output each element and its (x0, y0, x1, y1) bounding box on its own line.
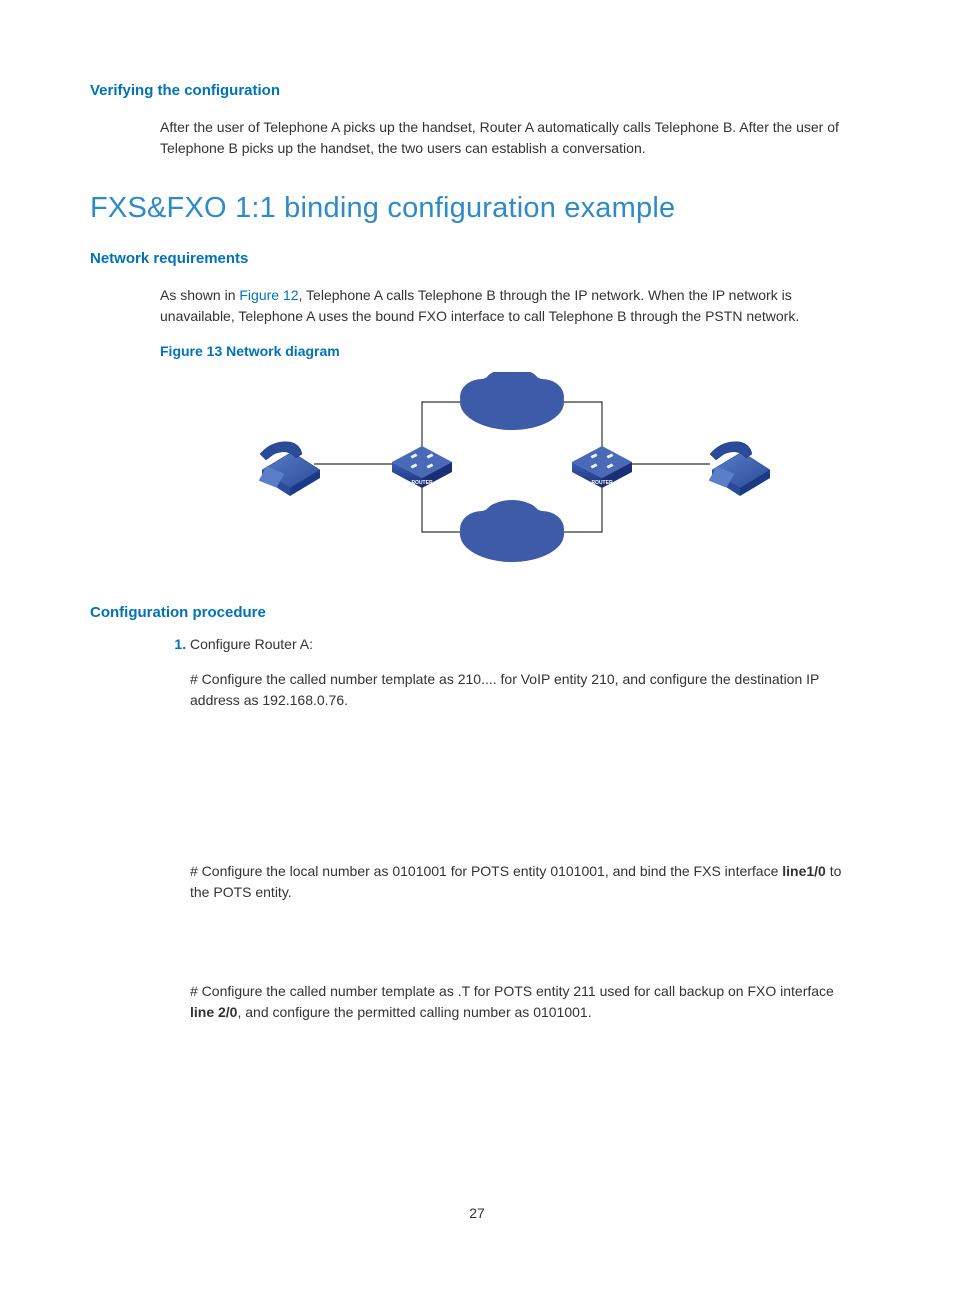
link-figure-12[interactable]: Figure 12 (239, 287, 298, 303)
heading-verifying: Verifying the configuration (90, 80, 864, 103)
text: , and configure the permitted calling nu… (237, 1004, 591, 1020)
para-verifying: After the user of Telephone A picks up t… (160, 117, 859, 159)
text-pre: As shown in (160, 287, 239, 303)
router-a-icon: ROUTER (392, 446, 452, 488)
step-1: Configure Router A: (190, 634, 864, 655)
telephone-a-icon (259, 441, 320, 495)
step-1-detail-b: # Configure the local number as 0101001 … (190, 861, 859, 903)
router-b-icon: ROUTER (572, 446, 632, 488)
cloud-pstn-icon (460, 500, 564, 562)
text: # Configure the local number as 0101001 … (190, 863, 782, 879)
figure-caption: Figure 13 Network diagram (160, 341, 864, 362)
cloud-ip-icon (460, 372, 564, 430)
step-1-detail-a: # Configure the called number template a… (190, 669, 859, 711)
text: # Configure the called number template a… (190, 983, 834, 999)
section-title-fxsfxo: FXS&FXO 1:1 binding configuration exampl… (90, 187, 864, 231)
step-1-detail-c: # Configure the called number template a… (190, 981, 859, 1023)
heading-network-req: Network requirements (90, 248, 864, 271)
telephone-b-icon (709, 441, 770, 495)
network-diagram: ROUTER ROUTER (160, 372, 864, 572)
page-number: 27 (90, 1203, 864, 1224)
router-label: ROUTER (411, 480, 433, 486)
procedure-list: Configure Router A: (160, 634, 864, 655)
bold-line20: line 2/0 (190, 1004, 237, 1020)
para-network-req: As shown in Figure 12, Telephone A calls… (160, 285, 859, 327)
heading-config-proc: Configuration procedure (90, 602, 864, 625)
router-label: ROUTER (591, 480, 613, 486)
bold-line10: line1/0 (782, 863, 826, 879)
